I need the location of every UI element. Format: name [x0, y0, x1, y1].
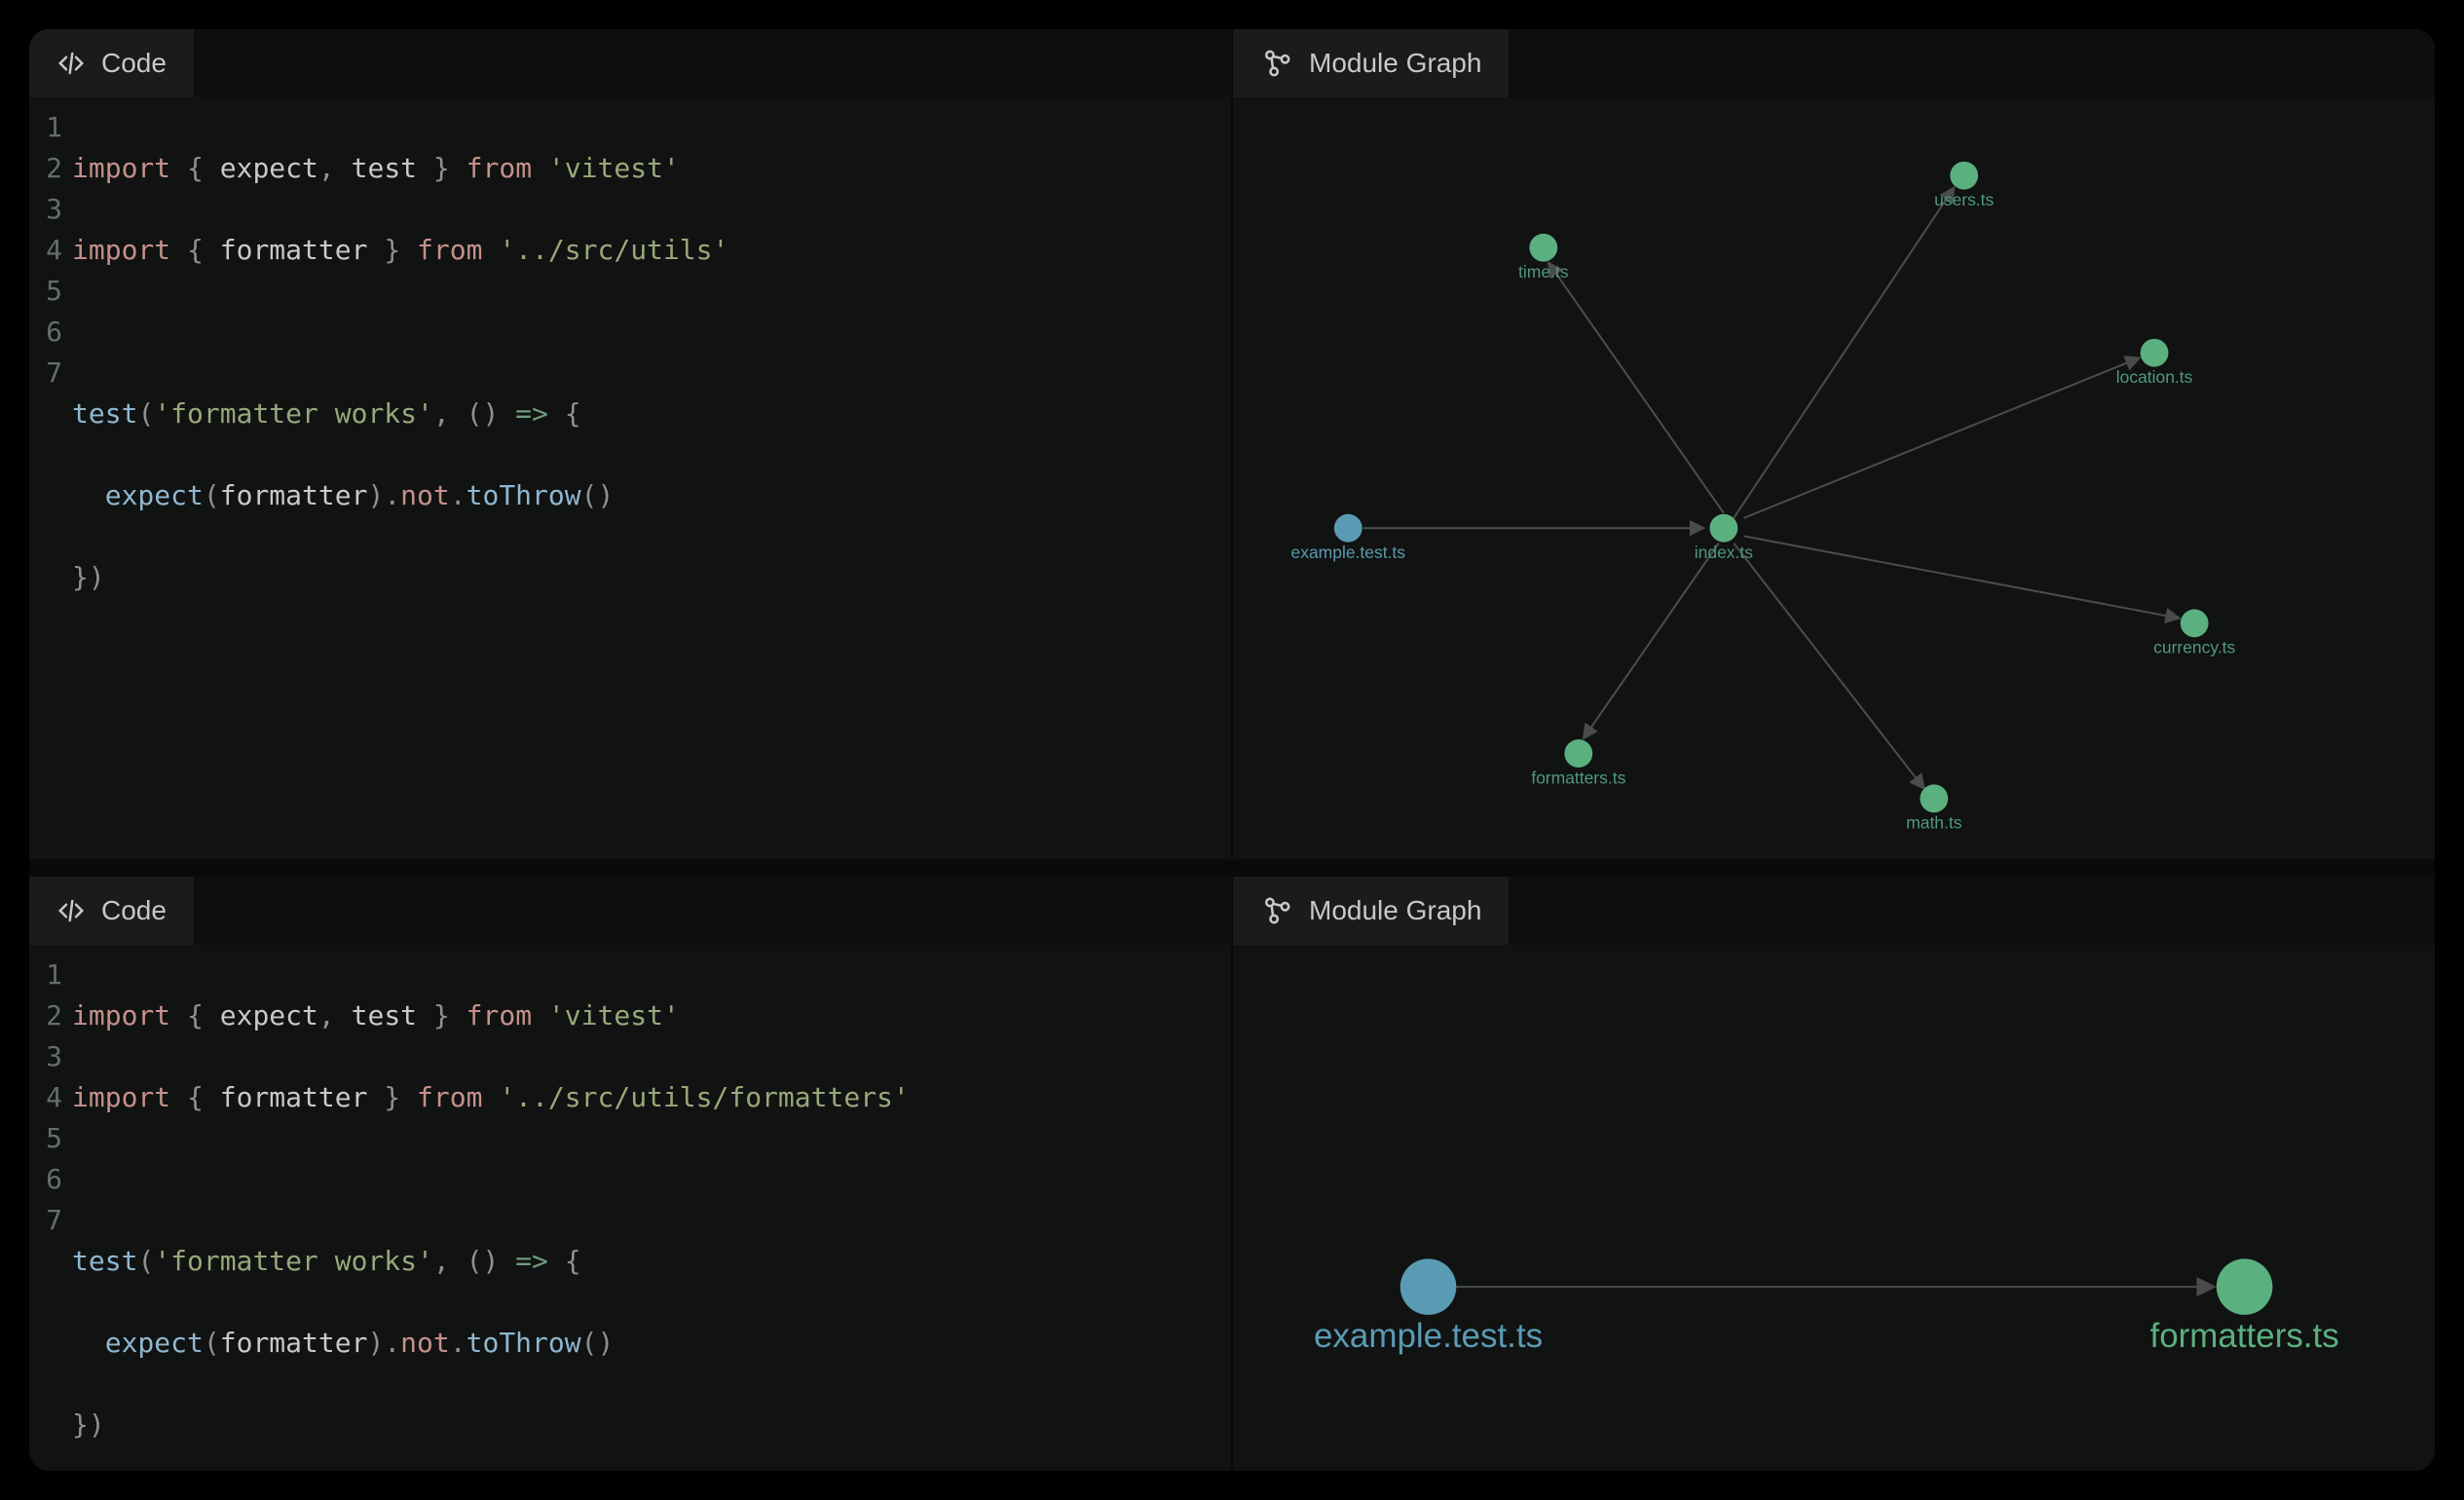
code-editor-bottom[interactable]: 1 2 3 4 5 6 7 import { expect, test } fr…	[29, 945, 1231, 1471]
code-tab-label: Code	[101, 895, 167, 926]
module-graph-tab-label: Module Graph	[1309, 48, 1481, 79]
code-icon	[56, 49, 86, 78]
module-graph-tab-label: Module Graph	[1309, 895, 1481, 926]
code-tab[interactable]: Code	[29, 29, 194, 97]
graph-node-time[interactable]	[1529, 234, 1557, 262]
graph-icon	[1260, 894, 1293, 927]
line-gutter: 1 2 3 4 5 6 7	[29, 955, 72, 1471]
graph-node-math[interactable]	[1920, 784, 1948, 812]
module-graph-top[interactable]: example.test.ts index.ts users.ts time.t…	[1233, 97, 2435, 859]
module-graph-bottom[interactable]: example.test.ts formatters.ts	[1233, 945, 2435, 1471]
graph-node-label: location.ts	[2116, 367, 2193, 387]
code-lines: import { expect, test } from 'vitest' im…	[72, 955, 1231, 1471]
line-gutter: 1 2 3 4 5 6 7	[29, 107, 72, 849]
code-lines: import { expect, test } from 'vitest' im…	[72, 107, 1231, 849]
graph-node-example[interactable]	[1334, 514, 1363, 543]
tab-bar: Code	[29, 29, 1231, 97]
graph-node-label: index.ts	[1695, 543, 1753, 562]
graph-node-label: example.test.ts	[1314, 1316, 1543, 1354]
row-top: Code 1 2 3 4 5 6 7 import { expect, test…	[29, 29, 2435, 859]
graph-node-location[interactable]	[2141, 339, 2169, 367]
graph-node-label: formatters.ts	[2149, 1316, 2338, 1354]
graph-node-formatters[interactable]	[2217, 1258, 2273, 1315]
graph-node-formatters[interactable]	[1564, 739, 1592, 768]
graph-node-currency[interactable]	[2181, 609, 2209, 637]
graph-node-label: users.ts	[1934, 190, 1994, 209]
graph-node-example[interactable]	[1400, 1258, 1457, 1315]
module-graph-tab[interactable]: Module Graph	[1233, 29, 1509, 97]
code-editor-top[interactable]: 1 2 3 4 5 6 7 import { expect, test } fr…	[29, 97, 1231, 859]
module-graph-tab[interactable]: Module Graph	[1233, 877, 1509, 945]
graph-node-users[interactable]	[1950, 162, 1978, 190]
code-tab-label: Code	[101, 48, 167, 79]
code-icon	[56, 896, 86, 925]
tab-bar: Module Graph	[1233, 29, 2435, 97]
row-bottom: Code 1 2 3 4 5 6 7 import { expect, test…	[29, 877, 2435, 1471]
code-panel-top: Code 1 2 3 4 5 6 7 import { expect, test…	[29, 29, 1231, 859]
code-panel-bottom: Code 1 2 3 4 5 6 7 import { expect, test…	[29, 877, 1231, 1471]
code-tab[interactable]: Code	[29, 877, 194, 945]
graph-node-label: currency.ts	[2153, 638, 2235, 657]
graph-panel-top: Module Graph	[1233, 29, 2435, 859]
graph-node-label: time.ts	[1518, 262, 1569, 281]
app-container: Code 1 2 3 4 5 6 7 import { expect, test…	[29, 29, 2435, 1471]
tab-bar: Code	[29, 877, 1231, 945]
graph-node-label: math.ts	[1906, 813, 1962, 833]
graph-node-index[interactable]	[1709, 514, 1737, 543]
graph-node-label: example.test.ts	[1291, 543, 1406, 562]
tab-bar: Module Graph	[1233, 877, 2435, 945]
graph-panel-bottom: Module Graph example.test.ts formatters.…	[1233, 877, 2435, 1471]
graph-node-label: formatters.ts	[1531, 768, 1625, 787]
graph-icon	[1260, 47, 1293, 80]
